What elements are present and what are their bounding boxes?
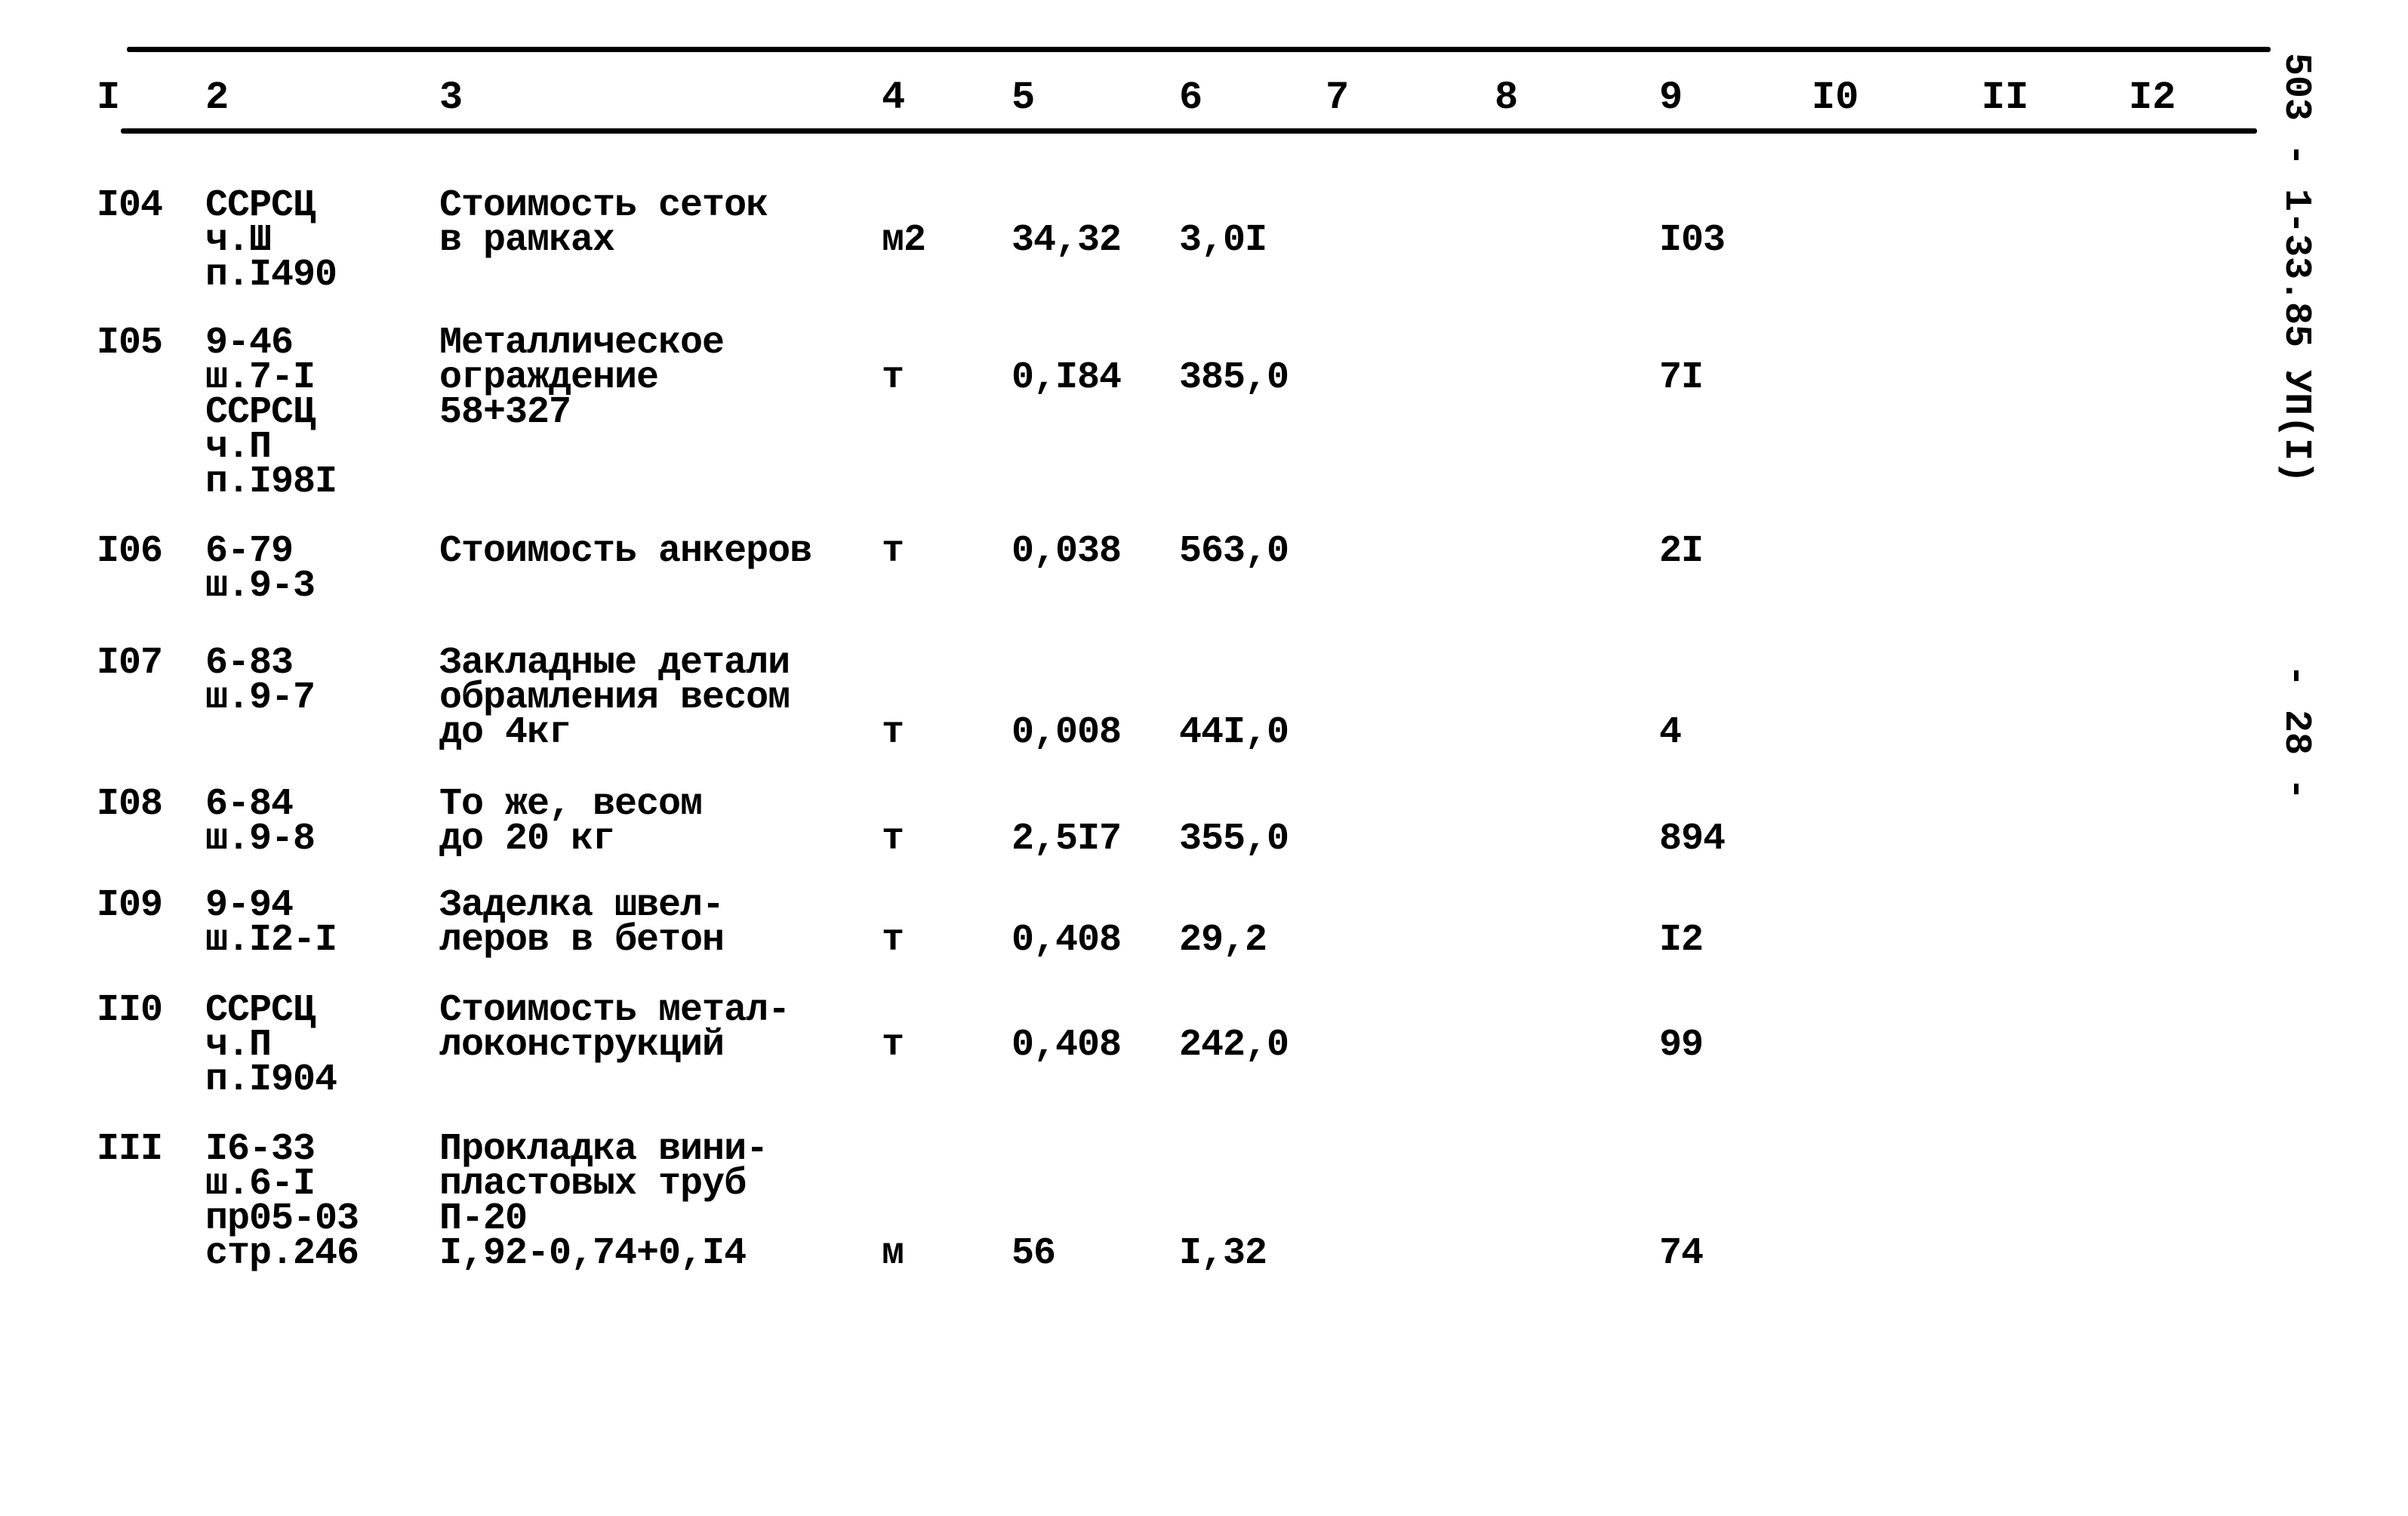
unit: т bbox=[882, 818, 904, 861]
reference: 6-83 ш.9-7 bbox=[205, 642, 316, 719]
description: То же, весом до 20 кг bbox=[439, 783, 703, 861]
unit-price: 563,0 bbox=[1179, 530, 1289, 573]
total-cost: I03 bbox=[1659, 219, 1726, 262]
page-number: - 28 - bbox=[2274, 664, 2317, 801]
unit-price: 242,0 bbox=[1179, 1024, 1289, 1067]
description: Металлическое ограждение 58+327 bbox=[439, 322, 725, 434]
header-bottom-rule bbox=[121, 128, 2257, 134]
total-cost: 74 bbox=[1659, 1232, 1704, 1275]
quantity: 34,32 bbox=[1012, 219, 1122, 262]
quantity: 0,408 bbox=[1012, 1024, 1122, 1067]
description: Стоимость анкеров bbox=[439, 530, 812, 573]
quantity: 0,408 bbox=[1012, 919, 1122, 962]
description: Закладные детали обрамления весом до 4кг bbox=[439, 642, 790, 754]
unit-price: I,32 bbox=[1179, 1232, 1267, 1275]
reference: 9-46 ш.7-I ССРСЦ ч.П п.I98I bbox=[205, 322, 337, 504]
unit-price: 355,0 bbox=[1179, 818, 1289, 861]
reference: ССРСЦ ч.П п.I904 bbox=[205, 989, 337, 1102]
total-cost: 2I bbox=[1659, 530, 1704, 573]
total-cost: 7I bbox=[1659, 356, 1704, 399]
column-header-4: 4 bbox=[882, 75, 906, 120]
unit: т bbox=[882, 530, 904, 573]
unit: т bbox=[882, 711, 904, 754]
row-number: I05 bbox=[97, 322, 163, 365]
reference: 6-79 ш.9-3 bbox=[205, 530, 316, 608]
column-header-8: 8 bbox=[1495, 75, 1519, 120]
row-number: II0 bbox=[97, 989, 163, 1032]
column-header-1: I bbox=[97, 75, 121, 120]
unit: т bbox=[882, 919, 904, 962]
unit-price: 29,2 bbox=[1179, 919, 1267, 962]
reference: I6-33 ш.6-I пр05-03 стр.246 bbox=[205, 1128, 359, 1275]
unit: т bbox=[882, 356, 904, 399]
description: Прокладка вини- пластовых труб П-20 I,92… bbox=[439, 1128, 768, 1275]
unit: м2 bbox=[882, 219, 926, 262]
row-number: I09 bbox=[97, 884, 163, 927]
row-number: I08 bbox=[97, 783, 163, 826]
unit: т bbox=[882, 1024, 904, 1067]
description: Заделка швел- леров в бетон bbox=[439, 884, 725, 962]
reference: 9-94 ш.I2-I bbox=[205, 884, 337, 962]
column-header-5: 5 bbox=[1012, 75, 1036, 120]
row-number: I07 bbox=[97, 642, 163, 685]
column-header-10: I0 bbox=[1812, 75, 1859, 120]
column-header-11: II bbox=[1982, 75, 2029, 120]
quantity: 0,I84 bbox=[1012, 356, 1122, 399]
row-number: I04 bbox=[97, 184, 163, 227]
row-number: I06 bbox=[97, 530, 163, 573]
description: Стоимость метал- локонструкций bbox=[439, 989, 790, 1067]
reference: ССРСЦ ч.Ш п.I490 bbox=[205, 184, 337, 297]
column-header-7: 7 bbox=[1326, 75, 1350, 120]
total-cost: I2 bbox=[1659, 919, 1704, 962]
table-top-rule bbox=[127, 47, 2271, 52]
total-cost: 894 bbox=[1659, 818, 1726, 861]
row-number: III bbox=[97, 1128, 163, 1171]
description: Стоимость сеток в рамках bbox=[439, 184, 768, 262]
unit-price: 385,0 bbox=[1179, 356, 1289, 399]
quantity: 0,008 bbox=[1012, 711, 1122, 754]
unit: м bbox=[882, 1232, 904, 1275]
unit-price: 44I,0 bbox=[1179, 711, 1289, 754]
column-header-6: 6 bbox=[1179, 75, 1203, 120]
unit-price: 3,0I bbox=[1179, 219, 1267, 262]
total-cost: 99 bbox=[1659, 1024, 1704, 1067]
quantity: 56 bbox=[1012, 1232, 1056, 1275]
quantity: 2,5I7 bbox=[1012, 818, 1122, 861]
reference: 6-84 ш.9-8 bbox=[205, 783, 316, 861]
column-header-12: I2 bbox=[2129, 75, 2176, 120]
document-code: 503 - 1-33.85 УП(I) bbox=[2274, 53, 2317, 484]
column-header-9: 9 bbox=[1659, 75, 1683, 120]
column-header-2: 2 bbox=[205, 75, 229, 120]
total-cost: 4 bbox=[1659, 711, 1682, 754]
column-header-3: 3 bbox=[439, 75, 463, 120]
quantity: 0,038 bbox=[1012, 530, 1122, 573]
